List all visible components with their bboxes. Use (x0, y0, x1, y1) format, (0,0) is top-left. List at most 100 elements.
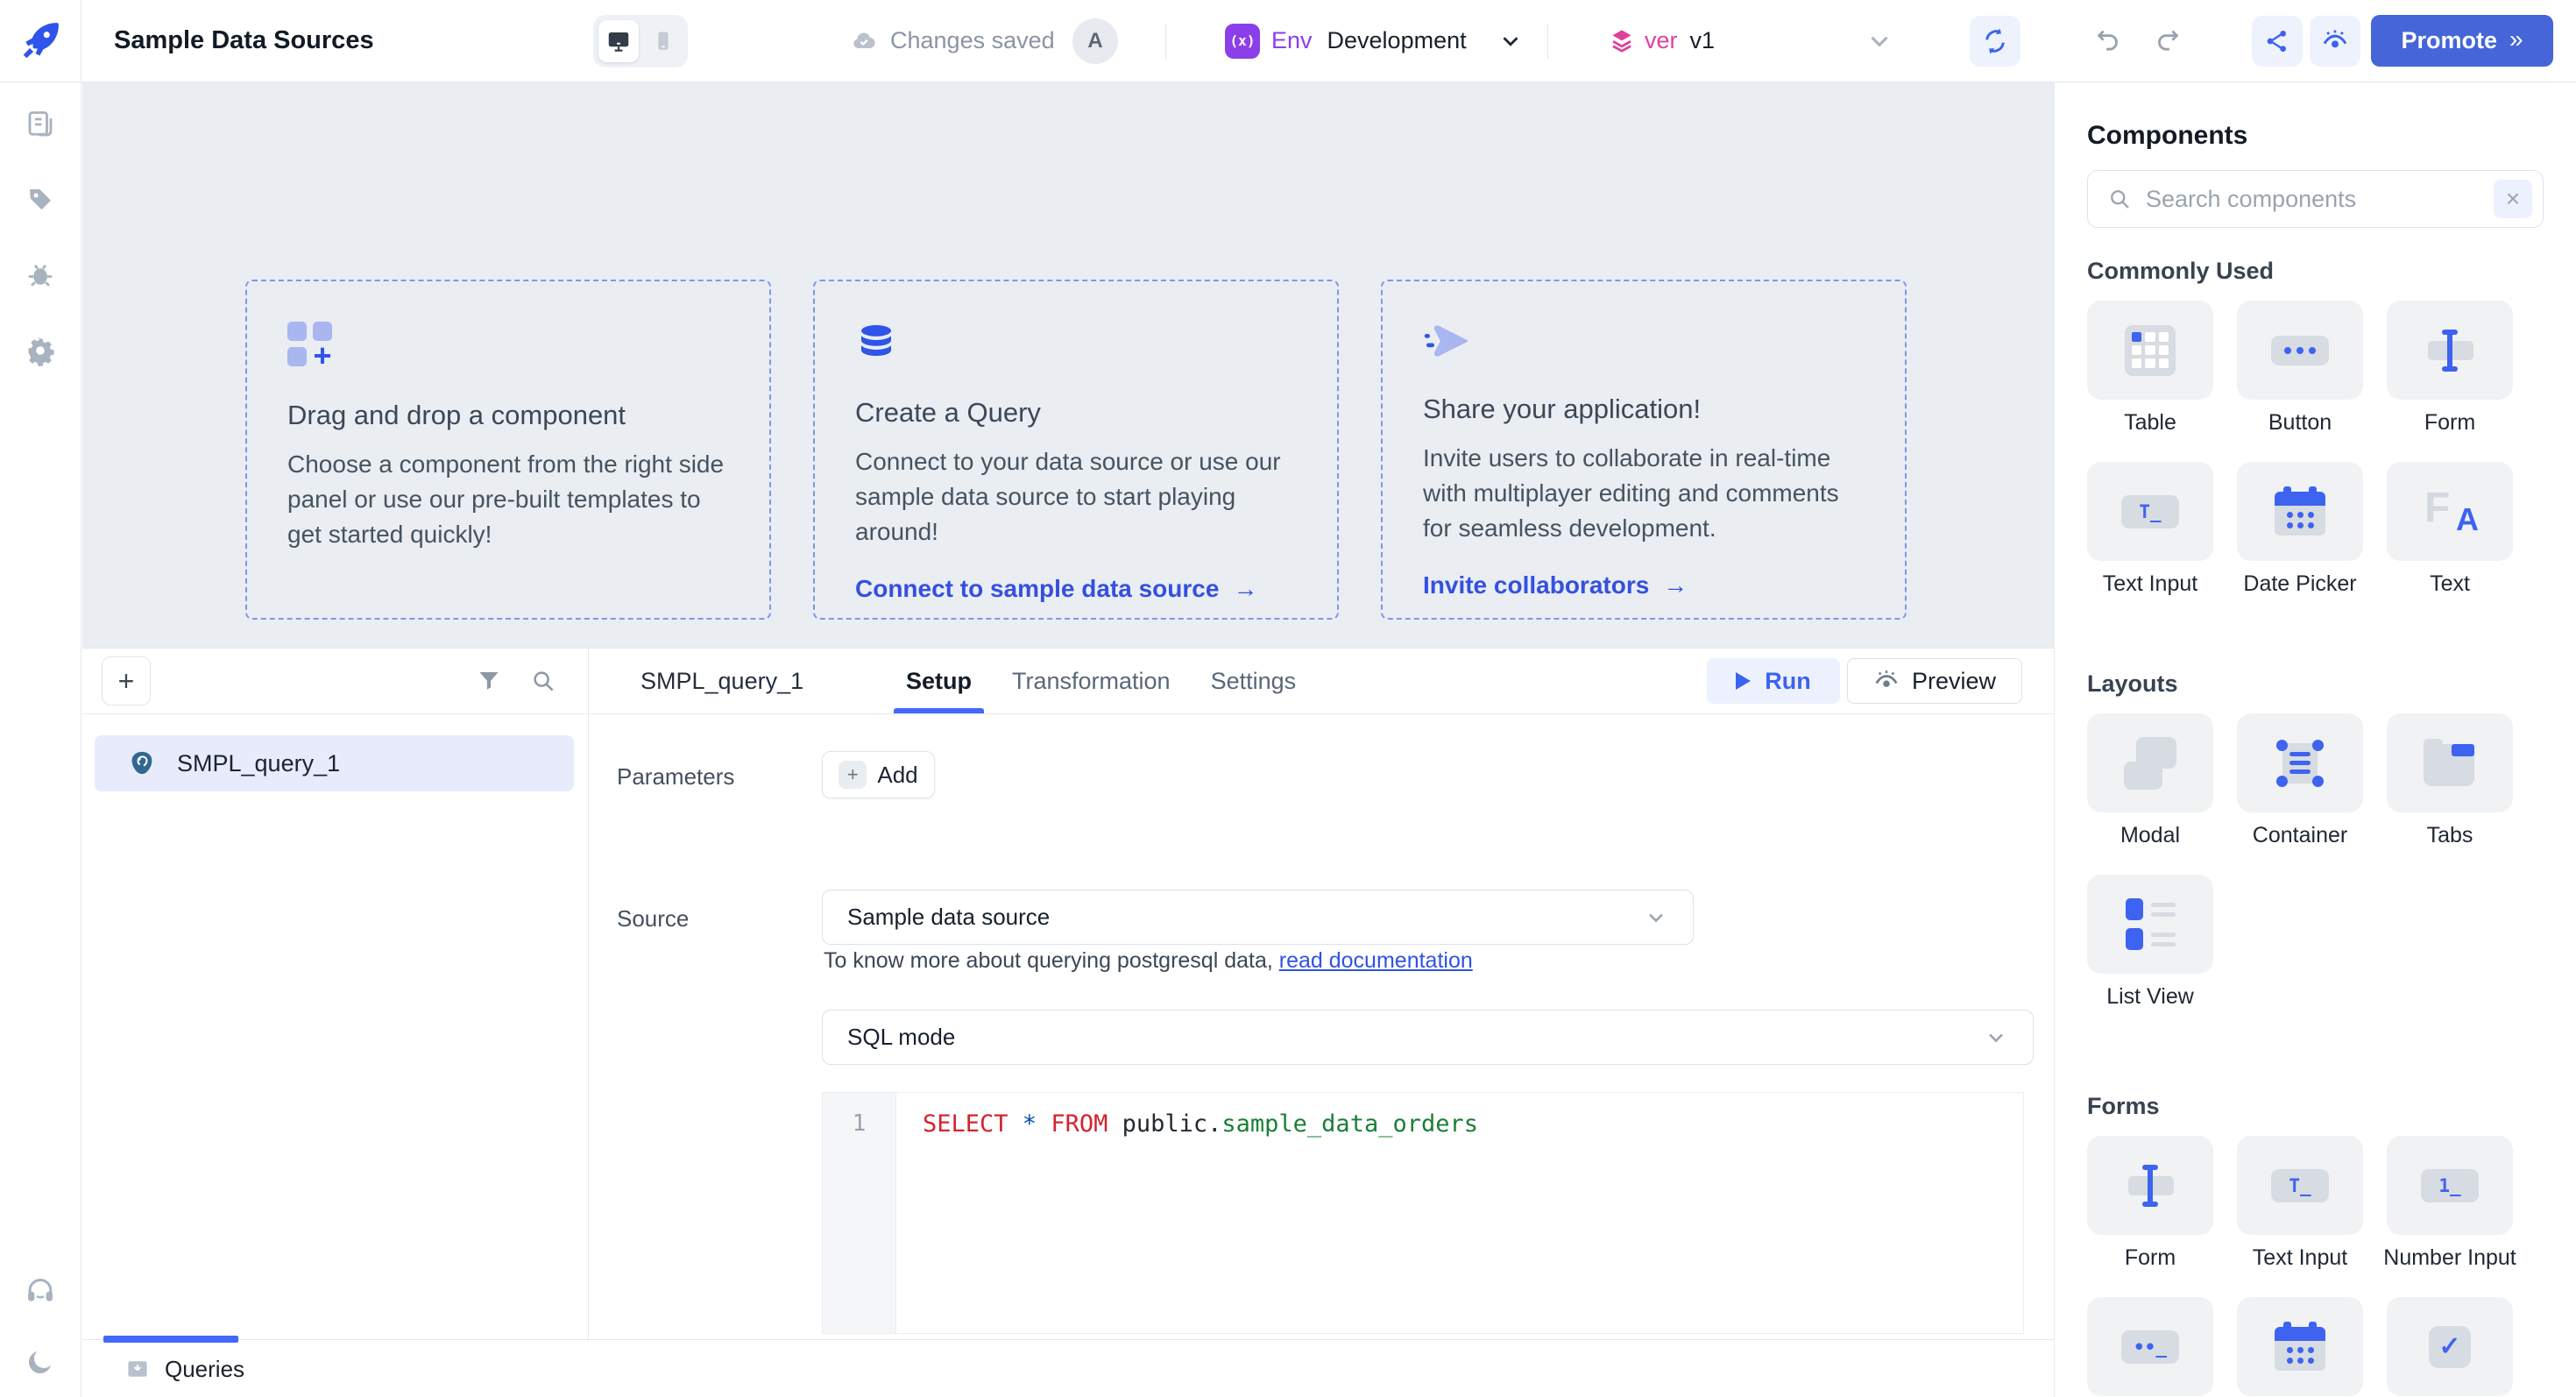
filter-icon[interactable] (476, 668, 502, 694)
hint-card-title: Create a Query (855, 397, 1041, 428)
container-icon (2272, 735, 2328, 791)
doc-hint: To know more about querying postgresql d… (824, 948, 1473, 974)
inspector-icon[interactable] (21, 181, 60, 219)
app-canvas[interactable]: + Drag and drop a component Choose a com… (82, 82, 2054, 648)
preview-label: Preview (1911, 667, 1997, 694)
arrow-right-icon: → (1663, 571, 1688, 599)
release-sync-button[interactable] (1970, 16, 2020, 67)
app-preview-button[interactable] (2310, 16, 2360, 67)
component-list-view[interactable]: List View (2087, 875, 2213, 1010)
queries-tray-icon (124, 1356, 151, 1382)
mobile-view-toggle[interactable] (642, 20, 683, 62)
component-form[interactable]: Form (2087, 1136, 2213, 1271)
cloud-check-icon (850, 27, 878, 55)
components-search-input[interactable] (2146, 185, 2494, 213)
read-documentation-link[interactable]: read documentation (1279, 948, 1473, 973)
sql-keyword-from: FROM (1051, 1110, 1122, 1138)
version-chevron-down-icon[interactable] (1865, 26, 1894, 56)
hint-card-body: Choose a component from the right side p… (287, 450, 725, 548)
checkbox-icon: ✓ (2429, 1325, 2471, 1368)
tab-transformation[interactable]: Transformation (1012, 649, 1171, 713)
avatar[interactable]: A (1072, 18, 1118, 64)
top-header: Sample Data Sources Changes saved A (x) (0, 0, 2576, 82)
preview-query-button[interactable]: Preview (1847, 658, 2022, 704)
source-select[interactable]: Sample data source (822, 890, 1694, 945)
promote-button[interactable]: Promote » (2371, 15, 2553, 67)
version-selector[interactable]: ver v1 (1608, 0, 1715, 82)
clear-search-button[interactable]: × (2494, 180, 2532, 218)
component-label: Button (2268, 410, 2332, 435)
env-label: Env (1271, 27, 1313, 53)
component-date-picker[interactable]: Date Picker (2237, 1297, 2363, 1397)
share-button[interactable] (2252, 16, 2303, 67)
component-button[interactable]: Button (2237, 301, 2363, 436)
component-table[interactable]: Table (2087, 301, 2213, 436)
app-logo[interactable] (0, 0, 81, 82)
text-icon: FA (2424, 484, 2479, 537)
share-icon (2263, 27, 2291, 55)
undo-icon[interactable] (2090, 22, 2128, 60)
sql-keyword-select: SELECT (923, 1110, 1023, 1138)
promote-label: Promote (2401, 27, 2497, 53)
sql-code-line[interactable]: SELECT * FROM public.sample_data_orders (896, 1093, 2023, 1333)
postgresql-icon (128, 749, 156, 777)
list-view-icon (2125, 898, 2176, 950)
query-editor-pane: SMPL_query_1 Setup Transformation Settin… (589, 649, 2054, 1397)
monitor-icon (605, 28, 632, 54)
sql-star-token: * (1022, 1110, 1051, 1138)
number-input-icon: 1_ (2421, 1168, 2479, 1202)
tab-setup[interactable]: Setup (893, 649, 985, 713)
hint-card-share-app: Share your application! Invite users to … (1381, 280, 1907, 620)
queries-tab-label: Queries (165, 1355, 245, 1382)
component-label: Form (2424, 410, 2476, 435)
queries-bottom-tab[interactable]: Queries (124, 1340, 244, 1397)
add-query-button[interactable]: + (102, 656, 151, 706)
component-container[interactable]: Container (2237, 713, 2363, 848)
component-date-picker[interactable]: Date Picker (2237, 462, 2363, 597)
component-label: Text Input (2252, 1245, 2348, 1270)
source-label: Source (617, 905, 690, 932)
redo-icon[interactable] (2148, 22, 2186, 60)
connect-sample-data-source-link[interactable]: Connect to sample data source → (855, 575, 1295, 603)
link-label: Invite collaborators (1423, 571, 1650, 599)
password-icon: ••_ (2121, 1330, 2179, 1364)
link-label: Connect to sample data source (855, 575, 1220, 603)
component-modal[interactable]: Modal (2087, 713, 2213, 848)
support-headset-icon[interactable] (21, 1271, 60, 1309)
component-checkbox[interactable]: ✓ Checkbox (2387, 1297, 2513, 1397)
paper-plane-icon (1423, 322, 1863, 360)
add-parameter-button[interactable]: + Add (822, 751, 935, 798)
autosave-status-label: Changes saved (890, 27, 1055, 53)
environment-selector[interactable]: (x) Env Development (1225, 0, 1524, 82)
component-text-input[interactable]: T_ Text Input (2237, 1136, 2363, 1271)
component-password[interactable]: ••_ Password (2087, 1297, 2213, 1397)
pages-icon[interactable] (21, 105, 60, 144)
component-text[interactable]: FA Text (2387, 462, 2513, 597)
component-number-input[interactable]: 1_ Number Input (2383, 1136, 2516, 1271)
component-label: Form (2124, 1245, 2176, 1270)
component-label: Table (2124, 410, 2176, 435)
query-name: SMPL_query_1 (640, 667, 804, 694)
sql-code-editor[interactable]: 1 SELECT * FROM public.sample_data_order… (822, 1092, 2024, 1334)
desktop-view-toggle[interactable] (598, 20, 639, 62)
query-panel: + SMPL_query_1 SMPL_query_1 Setup Transf… (82, 648, 2054, 1397)
component-tabs[interactable]: Tabs (2387, 713, 2513, 848)
dark-mode-moon-icon[interactable] (21, 1343, 60, 1381)
components-panel-title: Components (2087, 121, 2248, 150)
component-label: Number Input (2383, 1245, 2516, 1270)
settings-gear-icon[interactable] (21, 331, 60, 370)
component-form[interactable]: Form (2387, 301, 2513, 436)
query-mode-select[interactable]: SQL mode (822, 1010, 2034, 1065)
component-text-input[interactable]: T_ Text Input (2087, 462, 2213, 597)
line-number: 1 (852, 1110, 867, 1137)
modal-icon (2122, 735, 2178, 791)
env-value: Development (1327, 27, 1467, 53)
debugger-icon[interactable] (21, 256, 60, 294)
run-query-button[interactable]: Run (1707, 658, 1840, 704)
tab-settings[interactable]: Settings (1211, 649, 1297, 713)
query-list-item[interactable]: SMPL_query_1 (95, 735, 574, 791)
invite-collaborators-link[interactable]: Invite collaborators → (1423, 571, 1863, 599)
hint-card-drag-drop: + Drag and drop a component Choose a com… (245, 280, 771, 620)
component-label: List View (2106, 984, 2194, 1009)
search-icon[interactable] (530, 668, 556, 694)
